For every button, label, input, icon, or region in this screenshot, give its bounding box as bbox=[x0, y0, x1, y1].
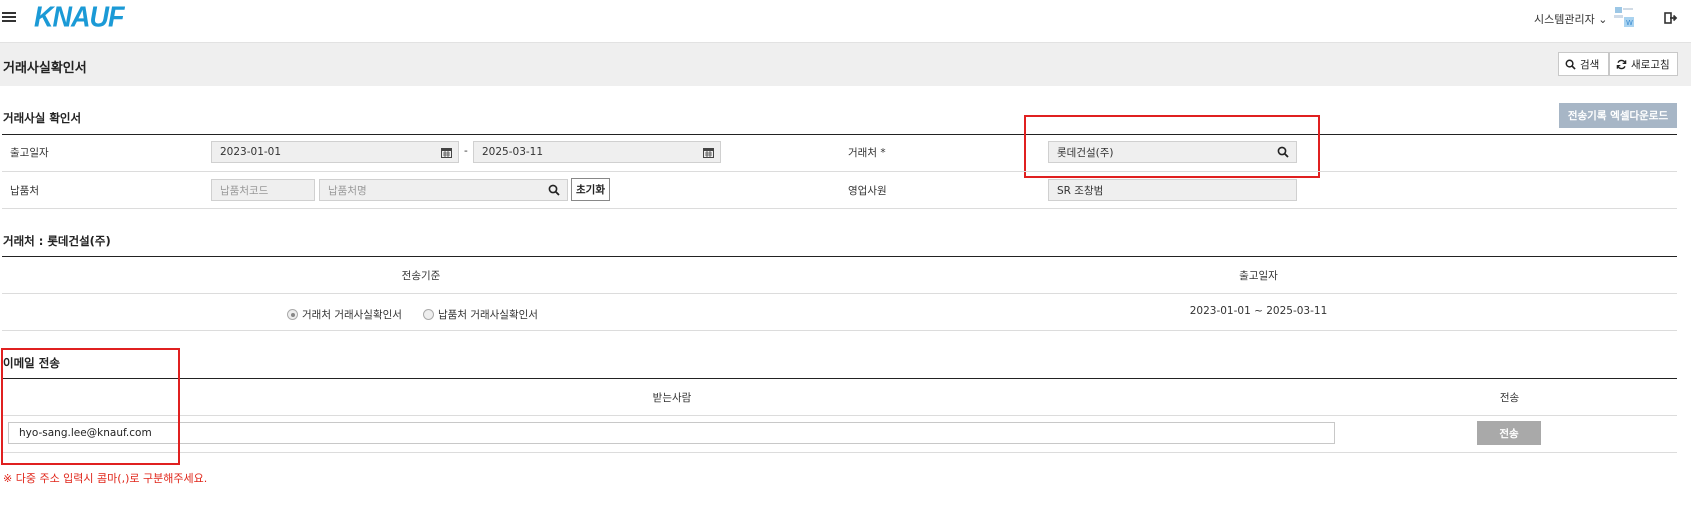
knauf-logo[interactable]: KNAUF bbox=[34, 1, 124, 33]
radio-customer-label: 거래처 거래사실확인서 bbox=[302, 309, 402, 321]
delivery-code-placeholder: 납품처코드 bbox=[220, 184, 269, 197]
reset-button[interactable]: 초기화 bbox=[571, 178, 610, 201]
radio-button-unchecked[interactable] bbox=[423, 309, 434, 320]
search-icon bbox=[1565, 59, 1576, 70]
search-icon[interactable] bbox=[548, 184, 560, 196]
highlight-box-email bbox=[1, 348, 180, 465]
top-header bbox=[0, 0, 1691, 42]
email-note: ※ 다중 주소 입력시 콤마(,)로 구분해주세요. bbox=[3, 472, 208, 485]
row-divider bbox=[2, 208, 1677, 209]
date-separator: - bbox=[464, 145, 468, 157]
date-from-value: 2023-01-01 bbox=[220, 146, 282, 158]
delivery-name-input[interactable]: 납품처명 bbox=[319, 179, 568, 201]
radio-customer-option[interactable]: 거래처 거래사실확인서 bbox=[287, 307, 402, 322]
col-header-recipient: 받는사람 bbox=[652, 392, 692, 404]
col-header-basis: 전송기준 bbox=[401, 270, 441, 282]
section-divider bbox=[2, 378, 1677, 379]
highlight-box-customer bbox=[1024, 115, 1320, 178]
delivery-code-input[interactable]: 납품처코드 bbox=[211, 179, 315, 201]
recipient-email-input[interactable]: hyo-sang.lee@knauf.com bbox=[8, 422, 1335, 444]
customer-label: 거래처 * bbox=[848, 147, 886, 159]
logout-icon[interactable] bbox=[1664, 11, 1678, 25]
refresh-icon bbox=[1616, 59, 1627, 69]
calendar-icon[interactable] bbox=[703, 147, 714, 158]
date-from-input[interactable]: 2023-01-01 bbox=[211, 141, 459, 163]
radio-button-checked[interactable] bbox=[287, 309, 298, 320]
menu-icon[interactable] bbox=[2, 9, 16, 27]
col-header-send: 전송 bbox=[1499, 392, 1520, 404]
page-title-bar bbox=[0, 42, 1691, 86]
sales-rep-input: SR 조창범 bbox=[1048, 179, 1297, 201]
col-header-ship-date: 출고일자 bbox=[1239, 270, 1278, 282]
delivery-name-placeholder: 납품처명 bbox=[328, 184, 367, 197]
radio-delivery-option[interactable]: 납품처 거래사실확인서 bbox=[423, 307, 538, 322]
radio-delivery-label: 납품처 거래사실확인서 bbox=[438, 309, 538, 321]
avatar[interactable]: W bbox=[1612, 5, 1638, 31]
search-button[interactable]: 검색 bbox=[1558, 52, 1609, 76]
section-divider bbox=[2, 134, 1677, 135]
customer-section-title: 거래처 : 롯데건설(주) bbox=[3, 234, 111, 248]
search-button-label: 검색 bbox=[1580, 58, 1600, 71]
sales-rep-value: SR 조창범 bbox=[1057, 184, 1104, 197]
date-to-input[interactable]: 2025-03-11 bbox=[473, 141, 721, 163]
refresh-button-label: 새로고침 bbox=[1631, 58, 1670, 71]
user-menu[interactable]: 시스템관리자 ⌄ bbox=[1534, 11, 1607, 27]
search-section-title: 거래사실 확인서 bbox=[3, 111, 82, 125]
page-title: 거래사실확인서 bbox=[3, 61, 87, 76]
delivery-label: 납품처 bbox=[10, 185, 39, 197]
ship-date-range: 2023-01-01 ~ 2025-03-11 bbox=[1189, 305, 1328, 317]
calendar-icon[interactable] bbox=[441, 147, 452, 158]
section-divider bbox=[2, 256, 1677, 257]
row-divider bbox=[2, 293, 1677, 294]
row-divider bbox=[2, 452, 1677, 453]
excel-download-button[interactable]: 전송기록 엑셀다운로드 bbox=[1559, 103, 1677, 128]
sales-rep-label: 영업사원 bbox=[848, 185, 887, 197]
refresh-button[interactable]: 새로고침 bbox=[1609, 52, 1678, 76]
date-to-value: 2025-03-11 bbox=[482, 146, 544, 158]
row-divider bbox=[2, 171, 1677, 172]
ship-date-label: 출고일자 bbox=[10, 147, 49, 159]
row-divider bbox=[2, 415, 1677, 416]
send-button[interactable]: 전송 bbox=[1477, 421, 1541, 445]
svg-text:W: W bbox=[1626, 19, 1633, 27]
row-divider bbox=[2, 330, 1677, 331]
